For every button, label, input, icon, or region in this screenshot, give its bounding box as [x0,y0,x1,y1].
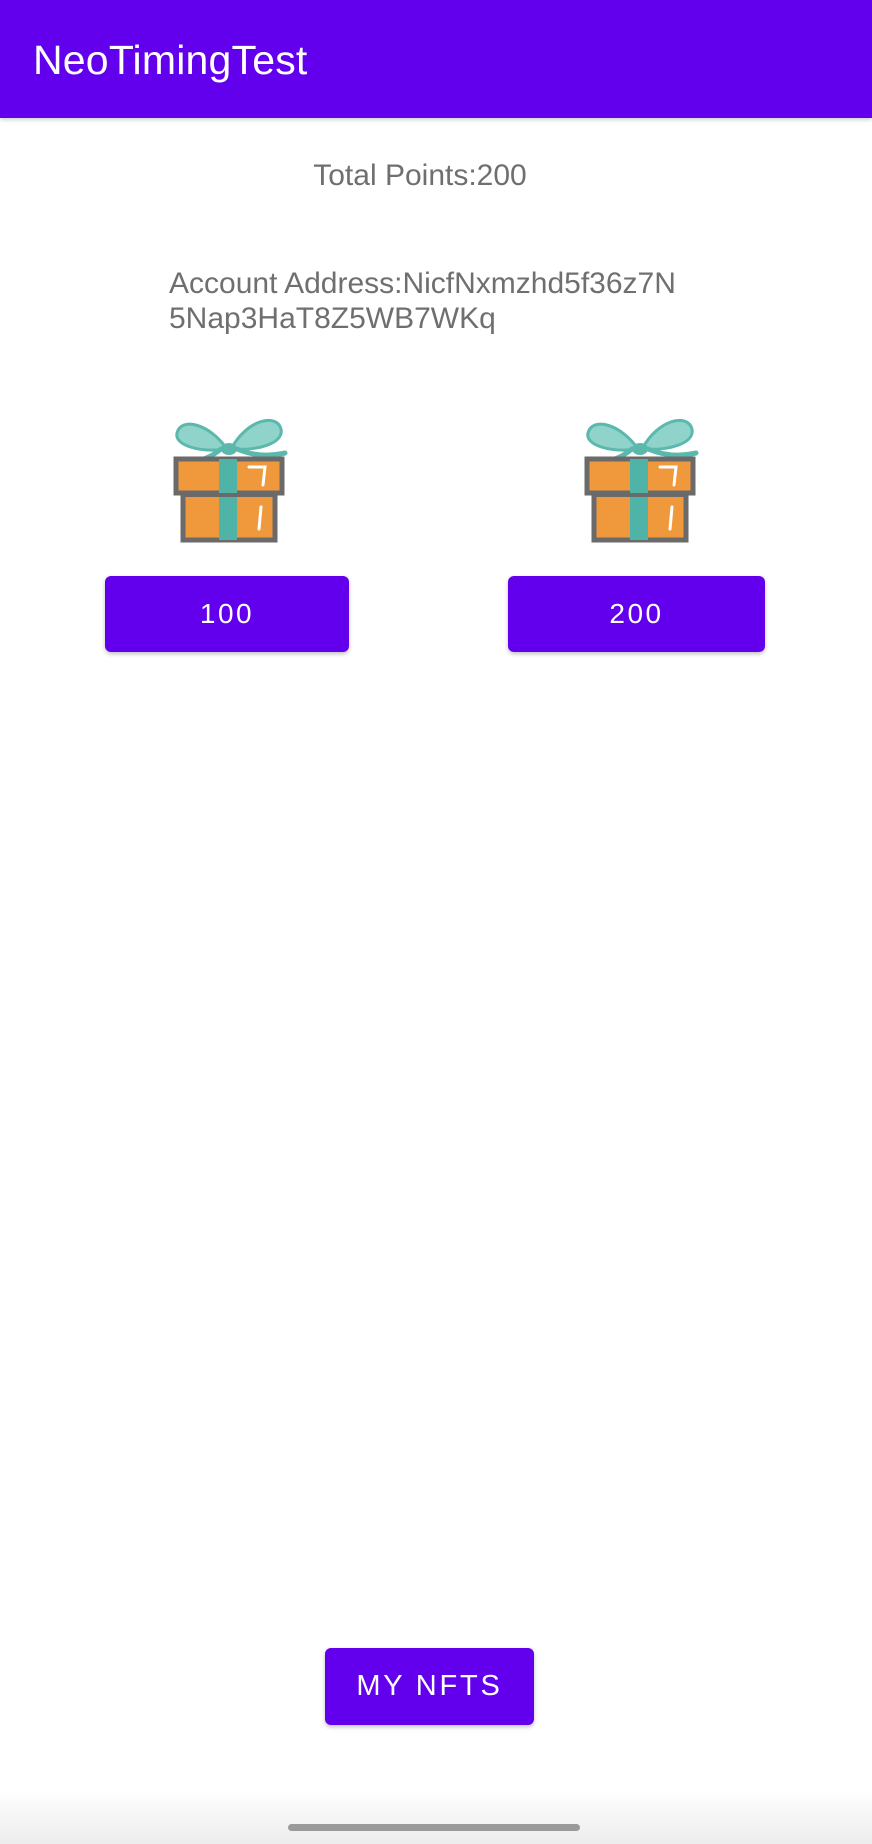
claim-200-button[interactable]: 200 [508,576,765,652]
gift-box-icon [159,403,299,543]
gift-box-icon [570,403,710,543]
total-points-text: Total Points:200 [313,159,527,192]
home-indicator-handle[interactable] [288,1824,580,1831]
account-address-text: Account Address:NicfNxmzhd5f36z7N5Nap3Ha… [169,267,676,335]
navigation-bar [0,1790,872,1844]
app-screen: NeoTimingTest Total Points:200 Account A… [0,0,872,1844]
app-bar: NeoTimingTest [0,0,872,118]
app-title: NeoTimingTest [33,37,308,83]
claim-100-button[interactable]: 100 [105,576,349,652]
my-nfts-button[interactable]: MY NFTS [325,1648,534,1725]
